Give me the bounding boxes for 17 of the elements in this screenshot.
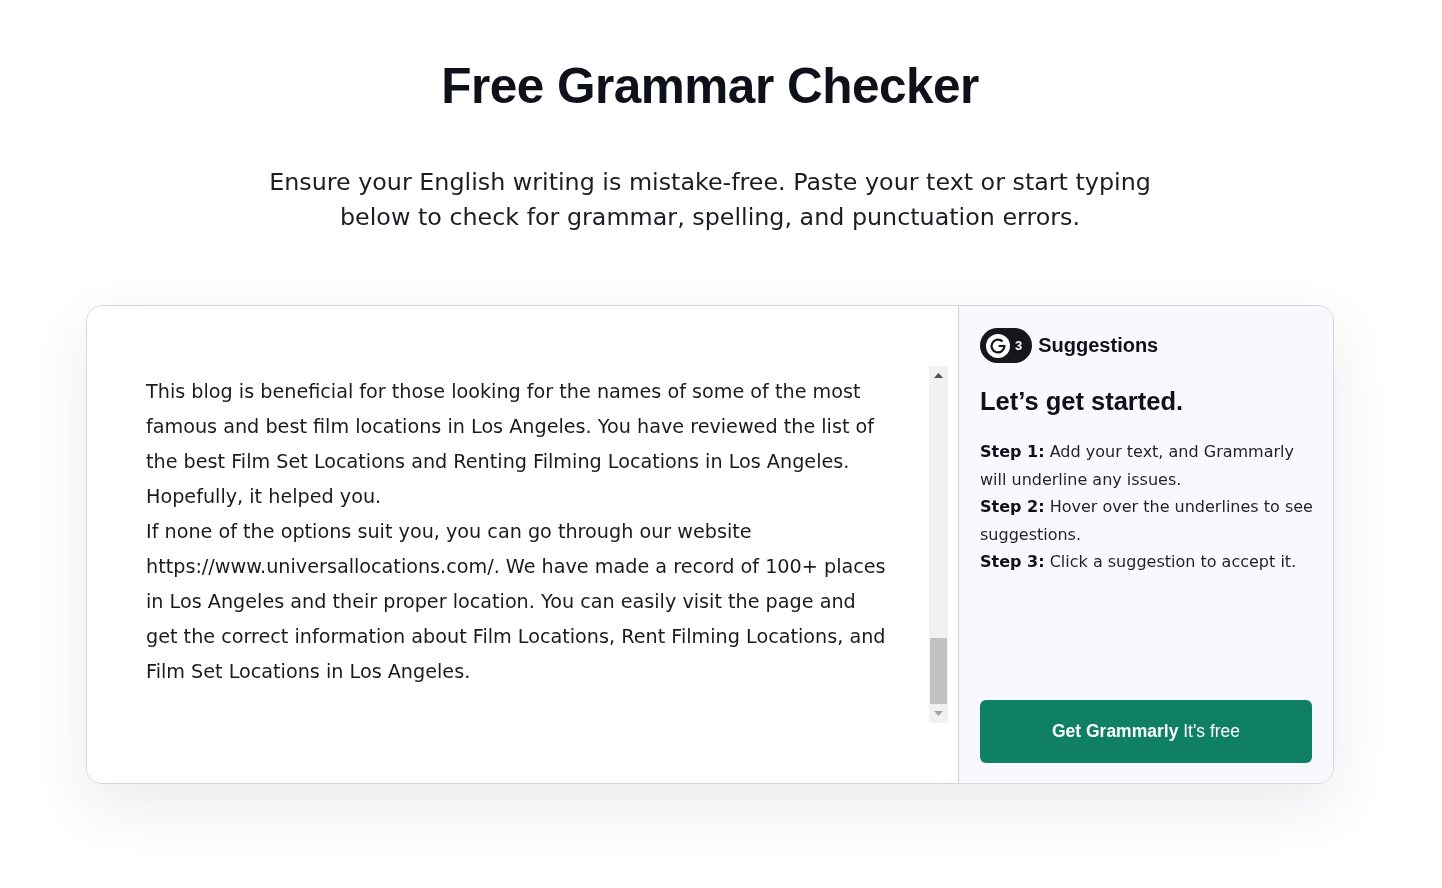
step-text: Step 1: Add your text, and Grammarly will underline any issues. bbox=[980, 441, 1295, 491]
page-title: Free Grammar Checker bbox=[441, 57, 979, 115]
step-text: Step 2: Hover over the underlines to see suggestions. bbox=[980, 496, 1314, 546]
scroll-up-icon[interactable] bbox=[934, 373, 943, 378]
circle-logo-icon bbox=[986, 333, 1010, 358]
get-grammarly-button[interactable]: Get Grammarly It's free bbox=[980, 700, 1312, 763]
panel-heading: Let’s get started. bbox=[980, 386, 1185, 417]
text-editor[interactable] bbox=[87, 306, 958, 783]
editor-paragraph: This blog is beneficial for those looking for the names of some of the most famous and best film locations in Los Angeles. You have reviewed the list of the best Film Set Locations and Renting Filming Locations in Los Angeles. Hopefully, it helped you. bbox=[146, 379, 876, 510]
page-subtitle: Ensure your English writing is mistake-free. Paste your text or start typing below to check for grammar, spelling, and punctuation errors. bbox=[268, 167, 1152, 233]
scrollbar[interactable] bbox=[929, 366, 948, 723]
suggestions-label: Suggestions bbox=[1038, 334, 1159, 357]
scrollbar-thumb[interactable] bbox=[930, 638, 947, 704]
editor-paragraph: If none of the options suit you, you can go through our website https://www.universallocations.com/. We have made a record of 100+ places in Los Angeles and their proper location. You can easily visit the page and get the correct information about Film Locations, Rent Filming Locations, and Film Set Locations in Los Angeles. bbox=[146, 519, 887, 685]
suggestion-count: 3 bbox=[1015, 338, 1023, 353]
scroll-down-icon[interactable] bbox=[934, 711, 943, 716]
step-text: Step 3: Click a suggestion to accept it. bbox=[980, 551, 1298, 573]
